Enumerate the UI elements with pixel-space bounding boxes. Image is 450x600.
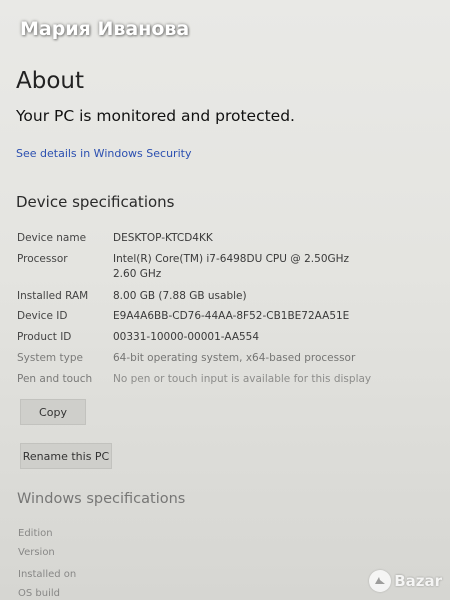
os-build-label: OS build [18,588,60,599]
version-label: Version [18,547,55,558]
edition-label: Edition [18,528,53,539]
processor-label: Processor [17,253,68,265]
device-specifications-title: Device specifications [16,193,175,211]
page-title: About [16,68,85,94]
pen-and-touch-label: Pen and touch [17,373,93,385]
device-id-label: Device ID [17,310,68,322]
bazar-watermark: Bazar [369,570,442,592]
processor-value-line2: 2.60 GHz [113,268,162,280]
system-type-value: 64-bit operating system, x64-based proce… [113,352,356,364]
device-name-label: Device name [17,232,87,244]
windows-security-link[interactable]: See details in Windows Security [16,147,191,160]
bazar-watermark-text: Bazar [394,572,442,590]
device-id-value: E9A4A6BB-CD76-44AA-8F52-CB1BE72AA51E [113,310,350,322]
installed-ram-value: 8.00 GB (7.88 GB usable) [113,290,247,302]
processor-value: Intel(R) Core(TM) i7-6498DU CPU @ 2.50GH… [113,253,350,265]
device-name-value: DESKTOP-KTCD4KK [113,232,213,244]
system-type-label: System type [17,352,83,364]
protection-status-text: Your PC is monitored and protected. [16,107,295,125]
installed-ram-label: Installed RAM [17,290,89,302]
copy-button[interactable]: Copy [20,399,86,425]
windows-specifications-title: Windows specifications [17,491,186,507]
user-name-overlay: Мария Иванова [20,18,190,40]
product-id-value: 00331-10000-00001-AA554 [113,331,260,343]
rename-pc-button[interactable]: Rename this PC [20,443,112,469]
bazar-logo-icon [369,570,392,592]
installed-on-label: Installed on [18,569,77,580]
pen-and-touch-value: No pen or touch input is available for t… [113,373,372,385]
product-id-label: Product ID [17,331,72,343]
